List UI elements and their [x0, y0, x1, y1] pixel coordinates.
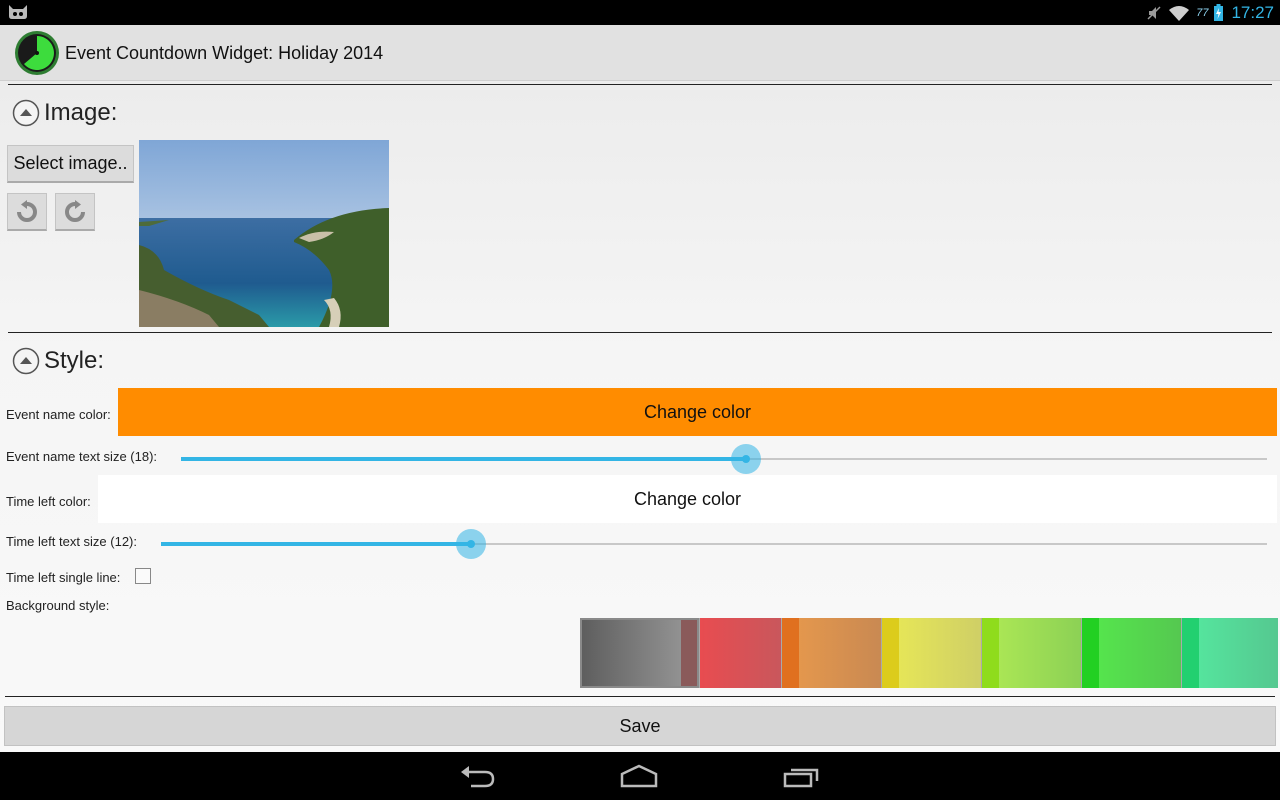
time-left-size-progress [161, 542, 471, 546]
divider [5, 696, 1275, 697]
navigation-bar [0, 752, 1280, 800]
event-name-size-slider-thumb[interactable] [731, 444, 761, 474]
home-icon[interactable] [619, 762, 659, 790]
back-icon[interactable] [457, 762, 497, 790]
app-title: Event Countdown Widget: Holiday 2014 [65, 43, 384, 63]
rotate-right-icon [65, 199, 85, 222]
swatch-mint[interactable] [1181, 618, 1278, 688]
status-bar: 77 17:27 [0, 0, 1280, 25]
action-bar: Event Countdown Widget: Holiday 2014 [0, 25, 1280, 81]
battery-charging-icon [1214, 4, 1224, 21]
status-time: 17:27 [1231, 2, 1274, 22]
select-image-button[interactable]: Select image.. [7, 145, 134, 183]
settings-panel: Image: Select image.. Style: Event name … [0, 81, 1280, 752]
notification-cat-icon [9, 5, 27, 19]
swatch-green[interactable] [1081, 618, 1181, 688]
divider [8, 332, 1272, 333]
rotate-left-icon [17, 199, 37, 222]
event-name-color-button[interactable]: Change color [118, 388, 1277, 436]
time-left-size-slider-thumb[interactable] [456, 529, 486, 559]
selected-image-preview [139, 140, 389, 327]
swatch-yellow[interactable] [881, 618, 981, 688]
battery-percent: 77 [1196, 6, 1209, 19]
single-line-checkbox[interactable] [135, 568, 151, 584]
swatch-red[interactable] [699, 618, 781, 688]
rotate-left-button[interactable] [7, 193, 47, 231]
style-section-title: Style: [44, 347, 105, 374]
recent-apps-icon[interactable] [781, 762, 821, 790]
time-left-color-label: Time left color: [6, 494, 91, 509]
time-left-size-label: Time left text size (12): [6, 534, 137, 549]
image-section-header[interactable]: Image: [12, 99, 117, 127]
collapse-up-icon[interactable] [12, 99, 40, 127]
time-left-color-button[interactable]: Change color [98, 475, 1277, 523]
style-section-header[interactable]: Style: [12, 347, 104, 375]
rotate-right-button[interactable] [55, 193, 95, 231]
collapse-up-icon[interactable] [12, 347, 40, 375]
event-name-size-progress [181, 457, 746, 461]
background-style-label: Background style: [6, 598, 110, 613]
save-button[interactable]: Save [4, 706, 1276, 746]
wifi-icon [1169, 5, 1190, 21]
swatch-lime[interactable] [981, 618, 1081, 688]
swatch-orange[interactable] [781, 618, 881, 688]
event-name-size-label: Event name text size (18): [6, 449, 158, 464]
app-clock-icon[interactable] [14, 30, 60, 76]
background-style-swatches [580, 618, 1278, 688]
event-name-color-label: Event name color: [6, 407, 111, 422]
swatch-gray[interactable] [580, 618, 699, 688]
single-line-label: Time left single line: [6, 570, 121, 585]
coastal-landscape-image [139, 140, 389, 327]
divider [8, 84, 1272, 85]
image-section-title: Image: [44, 99, 118, 126]
mute-icon [1147, 5, 1161, 20]
